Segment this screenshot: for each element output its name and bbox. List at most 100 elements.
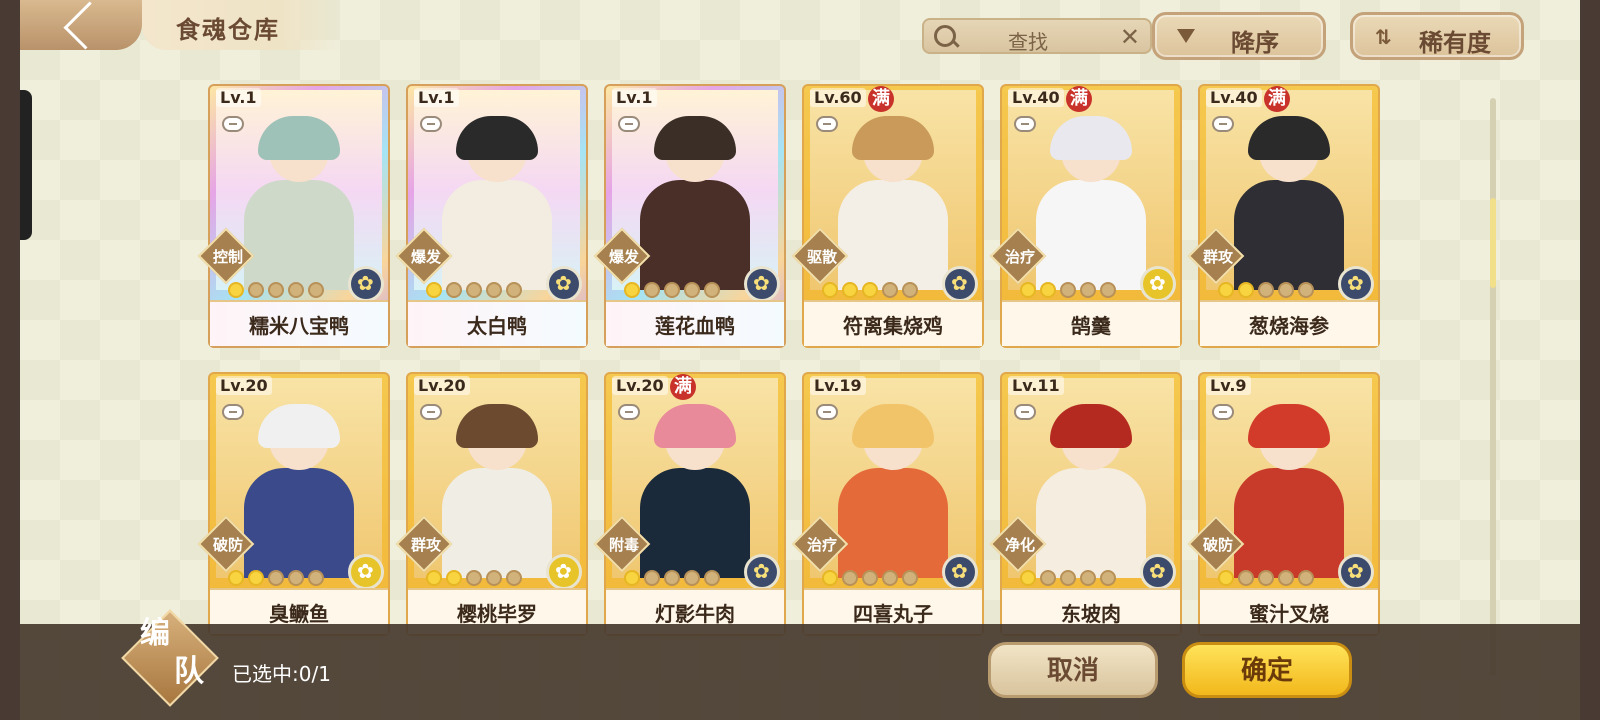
element-icon	[348, 266, 384, 302]
character-figure	[442, 404, 552, 578]
lock-icon[interactable]	[618, 116, 640, 132]
star-icon	[1040, 570, 1056, 586]
confirm-button[interactable]: 确定	[1182, 642, 1352, 698]
character-card[interactable]: Lv.19 治疗四喜丸子	[791, 372, 984, 636]
star-icon	[288, 282, 304, 298]
star-icon	[506, 570, 522, 586]
star-rating	[822, 570, 918, 588]
character-card[interactable]: Lv.11 净化东坡肉	[989, 372, 1182, 636]
element-icon	[1140, 266, 1176, 302]
scrollbar[interactable]	[1490, 98, 1496, 676]
star-icon	[426, 282, 442, 298]
role-label: 治疗	[1004, 248, 1035, 266]
role-label: 控制	[212, 248, 243, 266]
team-button[interactable]: 编 队	[121, 609, 220, 708]
search-placeholder: 查找	[1008, 30, 1048, 54]
star-icon	[466, 282, 482, 298]
character-figure	[1234, 116, 1344, 290]
lock-icon[interactable]	[1014, 116, 1036, 132]
star-icon	[446, 282, 462, 298]
lock-icon[interactable]	[618, 404, 640, 420]
team-label-1: 编	[140, 616, 170, 651]
star-icon	[1238, 570, 1254, 586]
character-figure	[442, 116, 552, 290]
back-button[interactable]	[20, 0, 142, 50]
lock-icon[interactable]	[816, 116, 838, 132]
character-figure	[1036, 404, 1146, 578]
back-arrow-icon	[62, 0, 112, 50]
lock-icon[interactable]	[1014, 404, 1036, 420]
character-card[interactable]: Lv.20 群攻樱桃毕罗	[395, 372, 588, 636]
character-name: 糯米八宝鸭	[249, 314, 349, 338]
max-level-badge: 满	[670, 374, 696, 400]
app-window: 食魂仓库 查找 ✕ 降序 ⇅ 稀有度 Lv.1控制糯米八宝鸭Lv.1爆发太白鸭L…	[20, 0, 1580, 720]
star-icon	[1238, 282, 1254, 298]
level-label: Lv.9	[1206, 376, 1251, 395]
header: 食魂仓库 查找 ✕ 降序 ⇅ 稀有度	[20, 0, 1580, 60]
role-label: 驱散	[806, 248, 837, 266]
lock-icon[interactable]	[222, 116, 244, 132]
level-label: Lv.1	[414, 88, 459, 107]
lock-icon[interactable]	[816, 404, 838, 420]
element-icon	[546, 554, 582, 590]
nameplate: 太白鸭	[408, 300, 586, 346]
device-notch	[20, 90, 32, 240]
lock-icon[interactable]	[420, 404, 442, 420]
character-card[interactable]: Lv.1 爆发太白鸭	[395, 84, 588, 348]
character-figure	[838, 116, 948, 290]
star-icon	[228, 282, 244, 298]
element-icon	[942, 554, 978, 590]
star-icon	[486, 570, 502, 586]
nameplate: 莲花血鸭	[606, 300, 784, 346]
star-icon	[1298, 282, 1314, 298]
star-icon	[1020, 282, 1036, 298]
star-rating	[228, 282, 324, 300]
sort-order-button[interactable]: 降序	[1152, 12, 1326, 60]
lock-icon[interactable]	[1212, 404, 1234, 420]
character-card[interactable]: Lv.20满附毒灯影牛肉	[593, 372, 786, 636]
level-label: Lv.11	[1008, 376, 1064, 395]
character-card[interactable]: Lv.1 控制糯米八宝鸭	[197, 84, 390, 348]
max-level-badge: 满	[868, 86, 894, 112]
lock-icon[interactable]	[420, 116, 442, 132]
rarity-sort-button[interactable]: ⇅ 稀有度	[1350, 12, 1524, 60]
star-icon	[704, 570, 720, 586]
lock-icon[interactable]	[1212, 116, 1234, 132]
star-icon	[644, 570, 660, 586]
character-card[interactable]: Lv.1 爆发莲花血鸭	[593, 84, 786, 348]
sort-down-icon	[1177, 29, 1195, 43]
character-card[interactable]: Lv.9 破防蜜汁叉烧	[1187, 372, 1380, 636]
star-rating	[1020, 570, 1116, 588]
element-icon	[1338, 554, 1374, 590]
character-card[interactable]: Lv.20 破防臭鳜鱼	[197, 372, 390, 636]
sort-order-label: 降序	[1231, 29, 1279, 57]
level-label: Lv.1	[216, 88, 261, 107]
star-icon	[1218, 570, 1234, 586]
scrollbar-thumb[interactable]	[1490, 198, 1496, 288]
star-icon	[862, 570, 878, 586]
clear-icon[interactable]: ✕	[1120, 23, 1140, 51]
character-name: 灯影牛肉	[655, 602, 735, 626]
bottom-bar: 编 队 已选中:0/1 取消 确定	[20, 609, 1580, 720]
star-icon	[704, 282, 720, 298]
star-icon	[1100, 570, 1116, 586]
element-icon	[1338, 266, 1374, 302]
star-icon	[862, 282, 878, 298]
star-icon	[486, 282, 502, 298]
character-card[interactable]: Lv.60满驱散符离集烧鸡	[791, 84, 984, 348]
role-label: 群攻	[1202, 248, 1233, 266]
cancel-button[interactable]: 取消	[988, 642, 1158, 698]
level-label: Lv.20	[216, 376, 272, 395]
search-input[interactable]: 查找 ✕	[922, 18, 1152, 54]
role-label: 治疗	[806, 536, 837, 554]
star-icon	[822, 570, 838, 586]
character-card[interactable]: Lv.40满治疗鹄羹	[989, 84, 1182, 348]
lock-icon[interactable]	[222, 404, 244, 420]
role-label: 群攻	[410, 536, 441, 554]
star-icon	[308, 282, 324, 298]
character-name: 太白鸭	[467, 314, 527, 338]
character-card[interactable]: Lv.40满群攻葱烧海参	[1187, 84, 1380, 348]
star-icon	[664, 282, 680, 298]
star-icon	[902, 570, 918, 586]
star-rating	[228, 570, 324, 588]
